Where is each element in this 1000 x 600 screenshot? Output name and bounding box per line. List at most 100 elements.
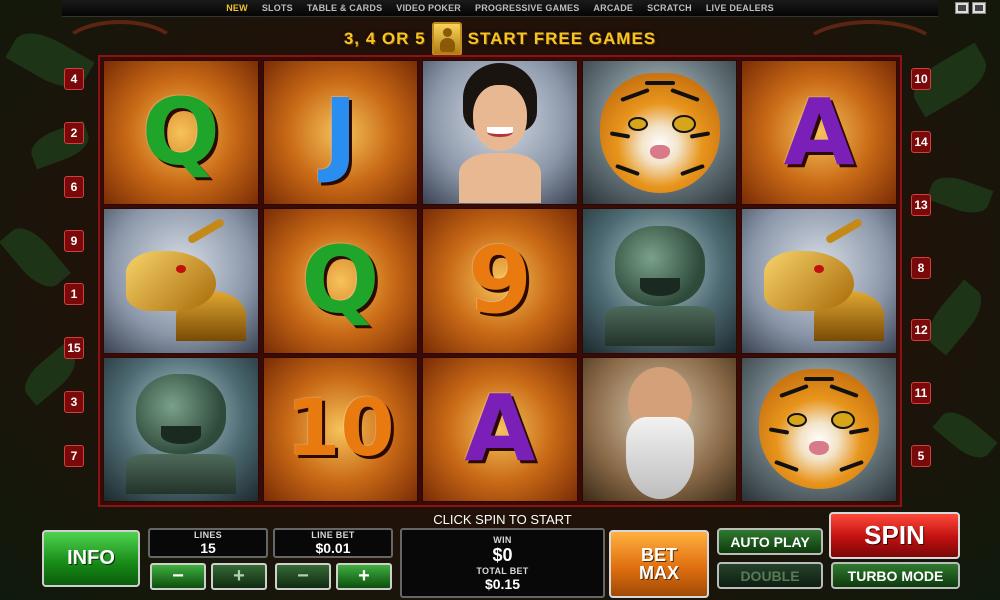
symbol-letter: J <box>323 78 358 186</box>
symbol-dragon <box>103 208 259 354</box>
symbol-q: Q <box>103 60 259 206</box>
banner-left-text: 3, 4 OR 5 <box>343 29 426 48</box>
tiger-icon <box>759 369 880 490</box>
nav-item-arcade[interactable]: ARCADE <box>593 3 633 13</box>
lines-increase-button[interactable]: + <box>211 563 267 590</box>
symbol-tiger <box>741 356 897 502</box>
symbol-letter: Q <box>141 78 220 186</box>
bet-max-button[interactable]: BET MAX <box>609 530 709 598</box>
info-label: INFO <box>67 547 115 569</box>
betmax-line2: MAX <box>639 563 679 583</box>
payline-3[interactable]: 3 <box>64 391 84 414</box>
minus-icon: − <box>172 565 184 587</box>
double-label: DOUBLE <box>740 567 800 584</box>
nav-item-new[interactable]: NEW <box>226 3 248 13</box>
symbol-j: J <box>262 60 419 206</box>
control-panel: INFO LINES 15 − + LINE BET $0.01 − + CLI… <box>0 510 1000 600</box>
linebet-label: LINE BET <box>311 530 355 540</box>
symbol-letter: Q <box>301 226 380 334</box>
payline-1[interactable]: 1 <box>64 283 84 306</box>
auto-play-button[interactable]: AUTO PLAY <box>717 528 823 555</box>
symbol-lady <box>422 60 578 206</box>
win-totalbet-display: WIN $0 TOTAL BET $0.15 <box>400 528 605 598</box>
window-view-icon[interactable] <box>955 2 969 14</box>
reel-4 <box>581 60 738 502</box>
nav-item-progressive-games[interactable]: PROGRESSIVE GAMES <box>475 3 579 13</box>
betmax-line1: BET <box>641 545 677 565</box>
totalbet-value: $0.15 <box>484 575 521 592</box>
autoplay-label: AUTO PLAY <box>730 533 810 550</box>
payline-7[interactable]: 7 <box>64 445 84 467</box>
nav-item-slots[interactable]: SLOTS <box>262 3 293 13</box>
dragon-icon <box>116 217 246 341</box>
lines-label: LINES <box>193 530 222 540</box>
foo-dog-icon <box>600 216 720 346</box>
top-nav: NEW SLOTS TABLE & CARDS VIDEO POKER PROGRESS… <box>62 0 938 17</box>
symbol-10: 10 <box>262 356 419 502</box>
status-message: CLICK SPIN TO START <box>433 512 572 527</box>
win-label: WIN <box>493 534 512 545</box>
view-toggle <box>955 2 996 14</box>
banner-right-text: START FREE GAMES <box>467 29 657 48</box>
dragon-icon <box>754 217 885 341</box>
symbol-monk <box>581 356 738 502</box>
reel-2: J Q 10 <box>262 60 419 502</box>
nav-item-live-dealers[interactable]: LIVE DEALERS <box>706 3 774 13</box>
payline-15[interactable]: 15 <box>64 337 84 360</box>
symbol-q: Q <box>262 208 419 354</box>
foo-dog-icon <box>121 364 241 495</box>
symbol-foo-dog <box>103 356 259 502</box>
nav-item-table-cards[interactable]: TABLE & CARDS <box>307 3 382 13</box>
totalbet-label: TOTAL BET <box>476 565 529 576</box>
reel-5: A <box>741 60 897 502</box>
symbol-letter: 10 <box>286 384 395 475</box>
plus-icon: + <box>233 565 245 587</box>
payline-5[interactable]: 5 <box>911 445 931 467</box>
symbol-a: A <box>741 60 897 206</box>
lines-display: LINES 15 <box>148 528 268 558</box>
lines-decrease-button[interactable]: − <box>150 563 206 590</box>
free-games-banner: 3, 4 OR 5 START FREE GAMES <box>300 22 700 56</box>
symbol-a: A <box>422 356 578 502</box>
symbol-tiger <box>581 60 738 206</box>
payline-6[interactable]: 6 <box>64 175 84 198</box>
symbol-letter: A <box>464 375 536 483</box>
turbo-label: TURBO MODE <box>847 567 944 584</box>
payline-4[interactable]: 4 <box>64 68 84 90</box>
linebet-increase-button[interactable]: + <box>336 563 392 590</box>
plus-icon: + <box>358 565 370 587</box>
payline-14[interactable]: 14 <box>911 130 931 153</box>
symbol-foo-dog <box>581 208 738 354</box>
payline-8[interactable]: 8 <box>911 256 931 279</box>
win-value: $0 <box>492 544 513 565</box>
symbol-letter: 9 <box>467 226 532 334</box>
fullscreen-view-icon[interactable] <box>972 2 986 14</box>
payline-2[interactable]: 2 <box>64 121 84 144</box>
spin-button[interactable]: SPIN <box>829 512 960 559</box>
reel-1: Q <box>103 60 259 502</box>
buddha-scatter-icon <box>431 22 462 56</box>
info-button[interactable]: INFO <box>42 530 140 587</box>
spin-label: SPIN <box>864 520 925 550</box>
linebet-value: $0.01 <box>315 540 351 556</box>
lady-icon <box>445 62 555 203</box>
nav-item-video-poker[interactable]: VIDEO POKER <box>396 3 461 13</box>
symbol-9: 9 <box>422 208 578 354</box>
lines-value: 15 <box>200 540 216 556</box>
monk-icon <box>599 359 720 500</box>
payline-13[interactable]: 13 <box>911 193 931 216</box>
symbol-letter: A <box>783 78 855 186</box>
payline-9[interactable]: 9 <box>64 229 84 252</box>
double-button[interactable]: DOUBLE <box>717 562 823 589</box>
tiger-icon <box>599 72 720 193</box>
linebet-decrease-button[interactable]: − <box>275 563 331 590</box>
minus-icon: − <box>297 565 309 587</box>
turbo-mode-button[interactable]: TURBO MODE <box>831 562 960 589</box>
symbol-dragon <box>741 208 897 354</box>
reels-grid: Q J Q 10 9 A A <box>98 55 902 507</box>
payline-11[interactable]: 11 <box>911 382 931 405</box>
payline-12[interactable]: 12 <box>911 319 931 342</box>
reel-3: 9A <box>422 60 578 502</box>
payline-10[interactable]: 10 <box>911 68 931 90</box>
nav-item-scratch[interactable]: SCRATCH <box>647 3 692 13</box>
